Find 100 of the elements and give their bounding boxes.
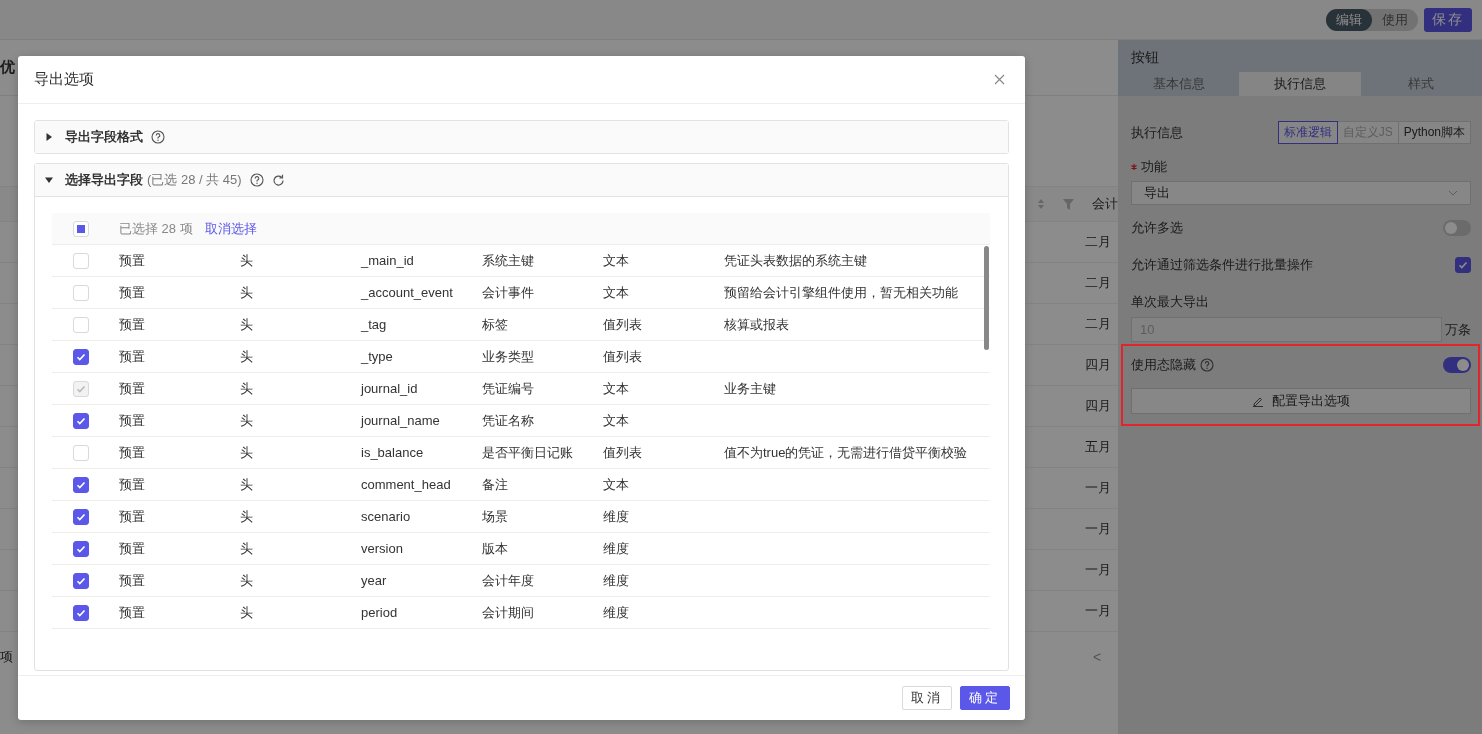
table-cell-text: 二月 [1084, 233, 1112, 251]
table-cell-text: 预置 [118, 411, 146, 430]
table-cell-text: 会计期间 [481, 603, 535, 622]
table-cell-text: 预置 [118, 475, 146, 494]
table-cell-text: journal_name [359, 413, 441, 428]
table-cell-text: 预置 [118, 283, 146, 302]
table-cell-text: 凭证名称 [481, 411, 535, 430]
table-cell-text: 预置 [118, 251, 146, 270]
mode-option[interactable]: 使用 [1372, 8, 1418, 31]
unit-label: 万条 [1445, 320, 1471, 339]
table-cell-text: 会计年度 [481, 571, 535, 590]
column-header: 会计 [1091, 195, 1118, 213]
table-cell-text: 凭证头表数据的系统主键 [723, 251, 868, 270]
pagination-total: 项 [0, 648, 13, 666]
config-export-button[interactable]: 配置导出选项 [1131, 388, 1471, 414]
cancel-button[interactable]: 取消 [902, 686, 952, 710]
mode-option[interactable]: 编辑 [1326, 8, 1372, 31]
table-cell-text: 会计事件 [481, 283, 535, 302]
table-cell-text: _account_event [359, 285, 454, 300]
table-cell-text: 头 [239, 411, 254, 430]
table-cell-text: 业务类型 [481, 347, 535, 366]
table-cell-text: 预置 [118, 571, 146, 590]
table-cell-text: 一月 [1084, 479, 1112, 497]
table-cell-text: 四月 [1084, 356, 1112, 374]
table-cell-text: 头 [239, 443, 254, 462]
field-label: 允许通过筛选条件进行批量操作 [1131, 256, 1313, 274]
tab[interactable]: 执行信息 [1239, 72, 1361, 96]
section-title: 导出字段格式 [65, 128, 143, 146]
table-cell-text: 头 [239, 571, 254, 590]
table-cell-text: scenario [360, 509, 412, 524]
field-label: 单次最大导出 [1131, 293, 1210, 311]
table-cell-text: 预留给会计引擎组件使用，暂无相关功能 [723, 283, 959, 302]
table-cell-text: 预置 [118, 603, 146, 622]
selection-count: (已选 28 / 共 45) [147, 171, 242, 189]
table-cell-text: 场景 [481, 507, 509, 526]
table-cell-text: period [360, 605, 399, 620]
table-cell-text: 值列表 [602, 315, 643, 334]
table-cell-text: 一月 [1084, 561, 1112, 579]
table-cell-text: 值不为true的凭证，无需进行借贷平衡校验 [723, 443, 969, 462]
table-cell-text: 头 [239, 283, 254, 302]
table-cell-text: version [360, 541, 404, 556]
table-cell-text: 二月 [1084, 274, 1112, 292]
table-cell-text: 头 [239, 347, 254, 366]
table-cell-text: _tag [359, 317, 388, 332]
table-cell-text: comment_head [360, 477, 452, 492]
section-title: 选择导出字段 [65, 171, 143, 189]
segment-option[interactable]: 标准逻辑 [1277, 121, 1338, 144]
field-label: 使用态隐藏 [1131, 356, 1196, 374]
dialog-title: 导出选项 [34, 70, 94, 89]
table-cell-text: _main_id [359, 253, 415, 268]
table-cell-text: 文本 [602, 283, 630, 302]
table-cell-text: 预置 [118, 539, 146, 558]
clear-selection-link[interactable]: 取消选择 [204, 219, 257, 238]
table-cell-text: 维度 [602, 571, 630, 590]
table-cell-text: 预置 [118, 315, 146, 334]
table-cell-text: 值列表 [602, 347, 643, 366]
table-cell-text: 凭证编号 [481, 379, 535, 398]
table-cell-text: 值列表 [602, 443, 643, 462]
table-cell-text: 核算或报表 [723, 315, 790, 334]
table-cell-text: 文本 [602, 379, 630, 398]
table-cell-text: 预置 [118, 443, 146, 462]
segment-option[interactable]: Python脚本 [1397, 121, 1471, 144]
table-cell-text: 系统主键 [481, 251, 535, 270]
table-cell-text: 备注 [481, 475, 509, 494]
field-label: 执行信息 [1131, 123, 1183, 142]
confirm-button[interactable]: 确定 [960, 686, 1010, 710]
table-cell-text: 维度 [602, 603, 630, 622]
page-title: 优 [0, 58, 15, 77]
table-cell-text: 头 [239, 539, 254, 558]
panel-title: 按钮 [1131, 49, 1160, 67]
table-cell-text: 一月 [1084, 520, 1112, 538]
table-cell-text: 头 [239, 251, 254, 270]
collapse-header[interactable]: 导出字段格式 [35, 121, 1008, 153]
selected-summary: 已选择 28 项 [119, 219, 193, 238]
table-cell-text: 头 [239, 603, 254, 622]
table-cell-text: year [360, 573, 388, 588]
table-cell-text: 标签 [481, 315, 509, 334]
table-cell-text: 头 [239, 475, 254, 494]
table-cell-text: 二月 [1084, 315, 1112, 333]
function-select[interactable]: 导出 [1131, 181, 1471, 205]
table-cell-text: 维度 [602, 539, 630, 558]
table-cell-text: 预置 [118, 507, 146, 526]
table-cell-text: 业务主键 [723, 379, 777, 398]
table-cell-text: is_balance [360, 445, 425, 460]
table-cell-text: 是否平衡日记账 [481, 443, 574, 462]
table-cell-text: 四月 [1084, 397, 1112, 415]
table-cell-text: journal_id [359, 381, 419, 396]
table-cell-text: 五月 [1084, 438, 1112, 456]
table-cell-text: _type [359, 349, 394, 364]
table-cell-text: 头 [239, 507, 254, 526]
table-cell-text: 头 [239, 379, 254, 398]
save-button[interactable]: 保存 [1424, 7, 1472, 32]
table-cell-text: 文本 [602, 475, 630, 494]
table-cell-text: 文本 [602, 251, 630, 270]
table-cell-text: 版本 [481, 539, 509, 558]
collapse-header[interactable]: 选择导出字段 (已选 28 / 共 45) [35, 164, 1008, 197]
field-label: 允许多选 [1131, 219, 1183, 237]
table-cell-text: 维度 [602, 507, 630, 526]
table-cell-text: 一月 [1084, 602, 1112, 620]
tab[interactable]: 基本信息 [1118, 72, 1240, 96]
